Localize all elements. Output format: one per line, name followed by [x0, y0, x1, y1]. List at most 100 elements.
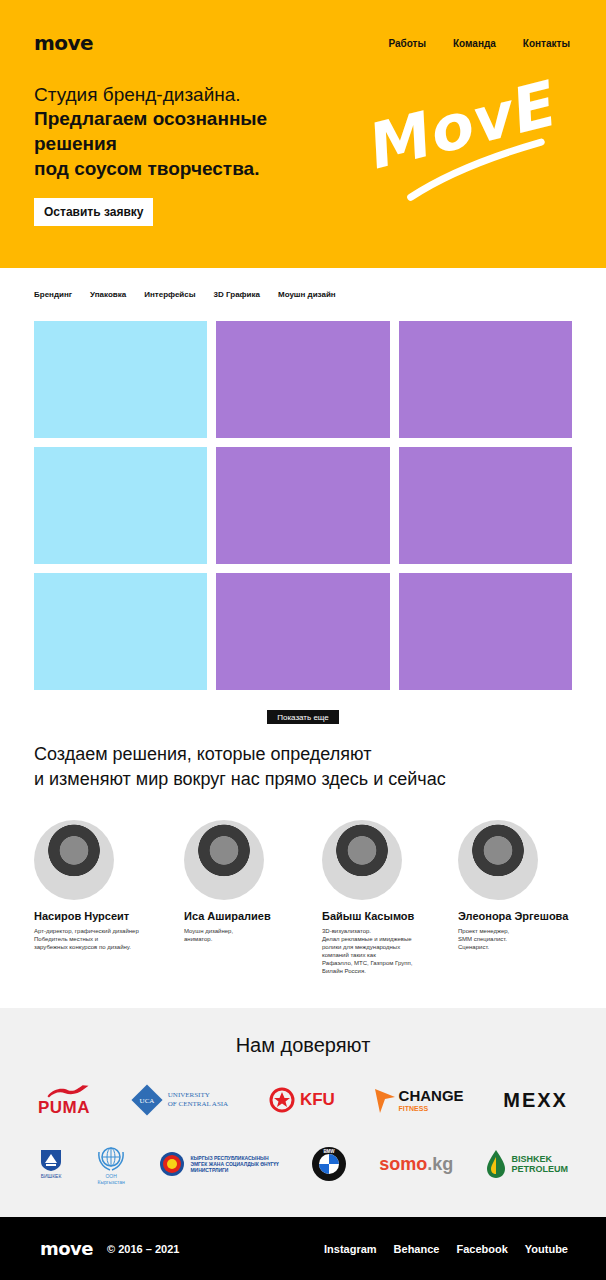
partner-logo: somo.kg	[379, 1153, 453, 1175]
partner-name-line: somo	[379, 1153, 427, 1175]
portfolio: Брендинг Упаковка Интерфейсы 3D Графика Моуш…	[0, 268, 606, 1008]
un-emblem-icon	[96, 1142, 126, 1172]
filter-tab[interactable]: Брендинг	[34, 290, 72, 300]
member-bio: Моушн дизайнер,аниматор.	[184, 927, 322, 943]
partner-row: БИШКЕК ООНКыргызстан КЫРГЫЗ РЕСПУБЛИКАСЫНЫ…	[34, 1142, 572, 1185]
partner-name: КЫРГЫЗ РЕСПУБЛИКАСЫНЫНЭМГЕК ЖАНА СОЦИАЛД…	[190, 1155, 278, 1173]
nav-link[interactable]: Работы	[388, 38, 426, 49]
filter-tab[interactable]: Моушн дизайн	[278, 290, 336, 300]
project-tile[interactable]	[399, 573, 572, 690]
project-tile[interactable]	[34, 321, 207, 438]
copyright: © 2016 – 2021	[107, 1243, 179, 1255]
bio-line: зарубежных конкурсов по дизайну.	[34, 943, 184, 951]
bishkek-emblem-icon	[38, 1148, 64, 1172]
project-grid	[34, 321, 572, 690]
more-row: Показать еще	[34, 710, 572, 724]
partner-logo: CHANGEFITNESS	[375, 1087, 464, 1113]
bio-line: Моушн дизайнер,	[184, 927, 322, 935]
project-tile[interactable]	[399, 321, 572, 438]
social-link[interactable]: Youtube	[525, 1243, 568, 1255]
team-member: Элеонора Эргешова Проект менеджер,SMM спе…	[458, 820, 572, 975]
team-member: Байыш Касымов3D-визуализатор.Делал рекла…	[322, 820, 458, 975]
top-bar: move Работы Команда Контакты	[34, 30, 570, 56]
bio-line: Рафаэлло, МТС, Газпром Групп,	[322, 959, 458, 967]
mission-line: и изменяют мир вокруг нас прямо здесь и …	[34, 767, 572, 792]
footer-logo[interactable]: move	[40, 1238, 93, 1259]
bio-line: 3D-визуализатор.	[322, 927, 458, 935]
partner-name-line: ЭМГЕК ЖАНА СОЦИАЛДЫК ӨНҮГҮҮ	[190, 1161, 278, 1167]
partner-logo: БИШКЕК	[38, 1148, 64, 1179]
member-name: Насиров Нурсеит	[34, 910, 184, 923]
page: move Работы Команда Контакты Студия бренд-ди…	[0, 0, 606, 1280]
partner-name-line: BISHKEK	[511, 1154, 568, 1164]
partner-name: БИШКЕК	[41, 1173, 62, 1179]
filter-tab[interactable]: Интерфейсы	[144, 290, 195, 300]
member-name: Иса Аширалиев	[184, 910, 322, 923]
partner-name-line: КЫРГЫЗ РЕСПУБЛИКАСЫНЫН	[190, 1155, 278, 1161]
partner-name-line: .kg	[427, 1153, 453, 1175]
member-bio: Арт-директор, графический дизайнерПобеди…	[34, 927, 184, 951]
partner-name: PUMA	[38, 1099, 90, 1117]
petroleum-drop-icon	[485, 1149, 507, 1179]
headline: Предлагаем осознанныерешенияпод соусом т…	[34, 106, 267, 181]
headline-line: под соусом творчества.	[34, 156, 267, 181]
partner-logo: UCAUNIVERSITYOF CENTRAL ASIA	[130, 1083, 228, 1117]
bio-line: ролики для международных	[322, 943, 458, 951]
project-tile[interactable]	[216, 321, 389, 438]
show-more-button[interactable]: Показать еще	[267, 710, 339, 724]
filter-tab[interactable]: 3D Графика	[214, 290, 260, 300]
bio-line: аниматор.	[184, 935, 322, 943]
partner-name-line: MEXX	[503, 1089, 568, 1111]
member-bio: Проект менеджер,SMM специалист.Сценарист…	[458, 927, 572, 951]
partner-name-line: CHANGE	[399, 1088, 464, 1104]
partner-name: BISHKEKPETROLEUM	[511, 1154, 568, 1174]
project-tile[interactable]	[216, 447, 389, 564]
partner-logo: KFU	[268, 1086, 335, 1114]
headline-line: решения	[34, 131, 267, 156]
request-button[interactable]: Оставить заявку	[34, 198, 153, 226]
bio-line: Проект менеджер,	[458, 927, 572, 935]
project-tile[interactable]	[399, 447, 572, 564]
partner-name: CHANGEFITNESS	[399, 1088, 464, 1113]
mission-line: Создаем решения, которые определяют	[34, 742, 572, 767]
partner-name-line: UNIVERSITY	[168, 1091, 228, 1100]
partner-logo: MEXX	[503, 1089, 568, 1111]
member-photo	[458, 820, 538, 900]
partner-logo: BISHKEKPETROLEUM	[485, 1149, 568, 1179]
bio-line: Билайн Россия.	[322, 967, 458, 975]
team-member: Иса Аширалиев Моушн дизайнер,аниматор.	[184, 820, 322, 975]
social-link[interactable]: Instagram	[324, 1243, 377, 1255]
partner-name-line: ООН	[98, 1173, 125, 1179]
member-photo	[184, 820, 264, 900]
hero-logo: MovE	[362, 68, 571, 207]
nav-link[interactable]: Контакты	[523, 38, 570, 49]
filter-tabs: Брендинг Упаковка Интерфейсы 3D Графика Моуш…	[34, 290, 572, 300]
partner-name-line: Кыргызстан	[98, 1179, 125, 1185]
project-tile[interactable]	[216, 573, 389, 690]
partner-logo: PUMA	[38, 1083, 90, 1117]
member-name: Элеонора Эргешова	[458, 910, 572, 923]
bio-line: Победитель местных и	[34, 935, 184, 943]
social-link[interactable]: Facebook	[456, 1243, 507, 1255]
lead: Студия бренд-дизайна.	[34, 84, 267, 106]
bio-line: компаний таких как	[322, 951, 458, 959]
member-photo	[34, 820, 114, 900]
social-link[interactable]: Behance	[394, 1243, 440, 1255]
partner-name: UNIVERSITYOF CENTRAL ASIA	[168, 1091, 228, 1109]
partner-name: ООНКыргызстан	[98, 1173, 125, 1185]
partner-name: MEXX	[503, 1089, 568, 1111]
partner-name-line: KFU	[300, 1090, 335, 1110]
nav: Работы Команда Контакты	[388, 38, 570, 49]
logo[interactable]: move	[34, 30, 93, 56]
change-arrow-icon	[375, 1087, 395, 1113]
headline-line: Предлагаем осознанные	[34, 106, 267, 131]
nav-link[interactable]: Команда	[453, 38, 496, 49]
partner-name-line: МИНИСТРЛИГИ	[190, 1167, 278, 1173]
project-tile[interactable]	[34, 447, 207, 564]
partner-logo: BMW	[311, 1146, 347, 1182]
kfu-emblem-icon	[268, 1086, 296, 1114]
bio-line: Сценарист.	[458, 943, 572, 951]
project-tile[interactable]	[34, 573, 207, 690]
filter-tab[interactable]: Упаковка	[90, 290, 126, 300]
partner-name-line: PETROLEUM	[511, 1164, 568, 1174]
